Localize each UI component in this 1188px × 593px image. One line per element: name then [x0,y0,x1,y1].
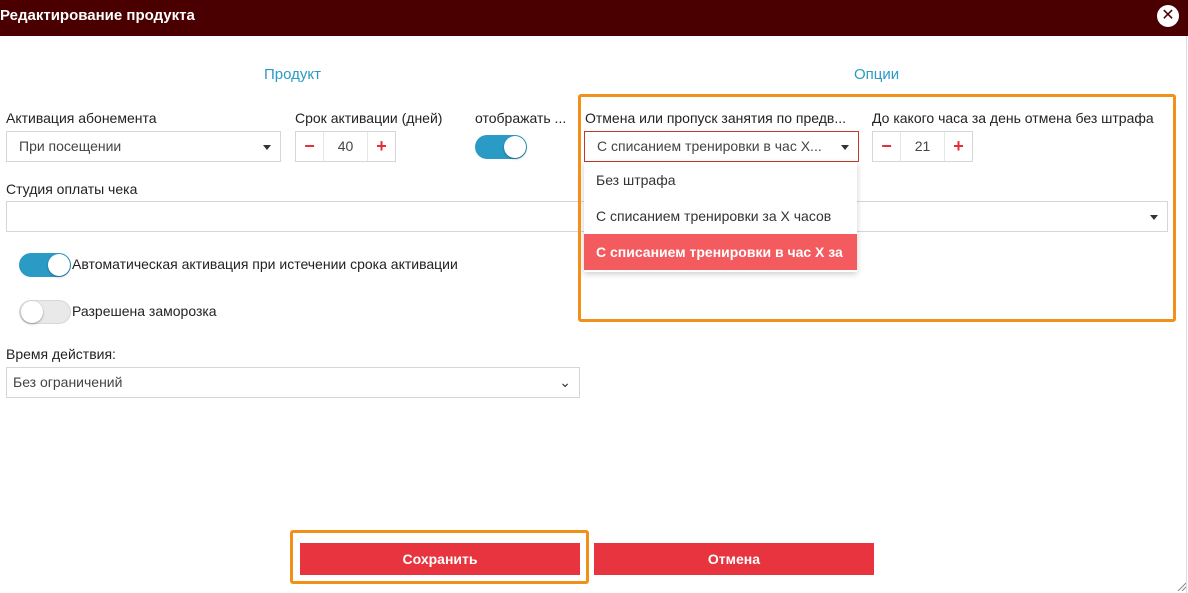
caret-down-icon [263,145,271,150]
close-icon[interactable]: ✕ [1157,5,1179,27]
subscription-activation-value: При посещении [19,138,122,154]
display-toggle[interactable] [475,135,527,159]
resize-handle-icon[interactable] [1176,581,1186,591]
validity-label: Время действия: [6,346,116,362]
subscription-activation-select[interactable]: При посещении [6,131,281,162]
toggle-knob [504,136,526,158]
validity-value: Без ограничений [13,374,123,390]
freeze-allowed-label: Разрешена заморозка [72,303,217,319]
right-border [1186,36,1187,593]
save-button[interactable]: Сохранить [300,543,580,575]
toggle-knob [21,301,43,323]
cancel-button[interactable]: Отмена [594,543,874,575]
subscription-activation-label: Активация абонемента [6,110,157,126]
freeze-allowed-toggle[interactable] [19,300,71,324]
activation-period-value[interactable]: 40 [324,132,367,161]
toggle-knob [48,254,70,276]
window-title: Редактирование продукта [0,7,195,24]
activation-period-stepper[interactable]: − 40 + [295,131,396,162]
display-toggle-label: отображать ... [475,110,567,126]
section-title-product: Продукт [264,66,321,83]
options-highlight-frame [578,94,1176,322]
auto-activation-label: Автоматическая активация при истечении с… [72,256,458,272]
validity-select[interactable]: Без ограничений ⌄ [6,367,580,398]
payment-studio-label: Студия оплаты чека [6,181,138,197]
chevron-down-icon: ⌄ [559,374,571,390]
minus-icon[interactable]: − [296,132,324,161]
title-bar: Редактирование продукта ✕ [0,0,1188,36]
activation-period-label: Срок активации (дней) [295,110,443,126]
plus-icon[interactable]: + [367,132,395,161]
section-title-options: Опции [854,66,900,83]
auto-activation-toggle[interactable] [19,253,71,277]
